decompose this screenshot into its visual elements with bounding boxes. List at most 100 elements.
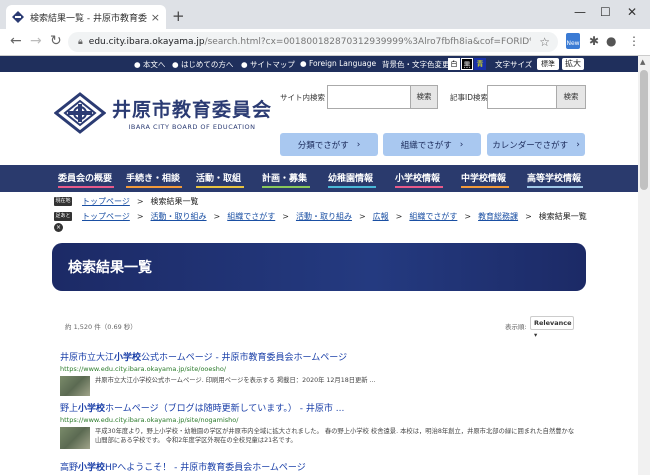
site-header: 井原市教育委員会 IBARA CITY BOARD OF EDUCATION サ… <box>0 72 638 165</box>
search-by-organization-button[interactable]: 組織でさがす › <box>383 133 481 156</box>
result-item: 野上小学校ホームページ（ブログは随時更新しています。） - 井原市 ... ht… <box>60 401 580 449</box>
result-item: 高野小学校HPへようこそ！ - 井原市教育委員会ホームページ <box>60 460 580 473</box>
logo-text: 井原市教育委員会 <box>112 99 273 121</box>
page-scrollbar[interactable]: ▲ <box>638 56 650 475</box>
profile-avatar-icon[interactable]: ● <box>606 34 616 48</box>
history-current: 検索結果一覧 <box>538 212 587 221</box>
nav-item-elementary[interactable]: 小学校情報 <box>395 171 440 185</box>
breadcrumb: 現在地 トップページ > 検索結果一覧 足あと トップページ > 活動・取り組み > 組織で… <box>0 192 638 242</box>
browser-tab-strip: 検索結果一覧 - 井原市教育委員会 × + — ☐ ✕ <box>0 0 650 29</box>
nav-underline <box>262 186 310 188</box>
nav-item-procedures[interactable]: 手続き・相談 <box>126 171 180 185</box>
nav-underline <box>58 186 114 188</box>
url-path: /search.html?cx=001800182870312939999%3A… <box>204 37 532 47</box>
page-title: 検索結果一覧 <box>68 260 152 276</box>
browser-menu-icon[interactable]: ⋮ <box>628 34 640 48</box>
nav-underline <box>461 186 509 188</box>
tab-title: 検索結果一覧 - 井原市教育委員会 <box>30 13 147 24</box>
address-bar-row: ← → ↻ 🔒︎ edu.city.ibara.okayama.jp/searc… <box>0 29 650 56</box>
current-location-label: 現在地 <box>54 197 72 206</box>
site-search-label: サイト内検索 <box>280 93 325 102</box>
sort-select[interactable]: Relevance ▾ <box>530 316 574 339</box>
history-link[interactable]: 活動・取り組み <box>151 212 207 221</box>
sort-label: 表示順: <box>505 323 527 331</box>
result-url: https://www.edu.city.ibara.okayama.jp/si… <box>60 416 239 424</box>
history-breadcrumb: トップページ > 活動・取り組み > 組織でさがす > 活動・取り組み > 広報 > 組織でさがす >… <box>82 212 587 221</box>
result-thumbnail <box>60 427 90 449</box>
article-id-input[interactable] <box>487 85 557 109</box>
window-close-button[interactable]: ✕ <box>627 5 637 19</box>
tab-close-icon[interactable]: × <box>151 11 160 24</box>
utility-link-sitemap[interactable]: ● サイトマップ <box>241 59 295 70</box>
scroll-up-icon[interactable]: ▲ <box>640 58 645 66</box>
history-link[interactable]: 教育総務課 <box>478 212 518 221</box>
nav-underline <box>328 186 376 188</box>
new-badge-icon[interactable]: New <box>566 33 580 49</box>
result-snippet: 平成30年度より，野上小学校・幼稚園の学区が井原市内全域に拡大されました。 春の… <box>95 428 575 444</box>
chevron-right-icon: › <box>576 139 580 150</box>
site-favicon-icon <box>12 11 24 23</box>
history-label: 足あと <box>54 212 72 221</box>
font-enlarge-button[interactable]: 拡大 <box>562 58 584 70</box>
reload-icon[interactable]: ↻ <box>50 33 62 49</box>
result-thumbnail <box>60 376 90 396</box>
result-url: https://www.edu.city.ibara.okayama.jp/si… <box>60 365 227 373</box>
current-breadcrumb: トップページ > 検索結果一覧 <box>82 197 199 206</box>
scrollbar-thumb[interactable] <box>640 70 648 190</box>
global-navigation: 委員会の概要 手続き・相談 活動・取組 計画・募集 幼稚園情報 小学校情報 中学… <box>0 165 638 192</box>
browser-tab[interactable]: 検索結果一覧 - 井原市教育委員会 × <box>6 5 166 29</box>
nav-underline <box>527 186 583 188</box>
history-link[interactable]: 組織でさがす <box>227 212 275 221</box>
site-logo[interactable]: 井原市教育委員会 IBARA CITY BOARD OF EDUCATION <box>54 92 272 134</box>
board-emblem-icon <box>54 92 106 134</box>
utility-link-main[interactable]: ● 本文へ <box>134 59 165 70</box>
maximize-button[interactable]: ☐ <box>600 5 611 19</box>
nav-item-kindergarten[interactable]: 幼稚園情報 <box>328 171 373 185</box>
font-size-label: 文字サイズ <box>495 60 533 69</box>
page-title-banner: 検索結果一覧 <box>52 243 586 291</box>
result-item: 井原市立大江小学校公式ホームページ - 井原市教育委員会ホームページ https… <box>60 350 580 396</box>
font-standard-button[interactable]: 標準 <box>537 58 559 70</box>
color-blue-button[interactable]: 青 <box>474 58 486 70</box>
site-search-input[interactable] <box>327 85 411 109</box>
logo-subtext: IBARA CITY BOARD OF EDUCATION <box>128 123 256 131</box>
article-id-search-button[interactable]: 検索 <box>556 85 586 109</box>
nav-item-plans[interactable]: 計画・募集 <box>262 171 307 185</box>
extensions-puzzle-icon[interactable]: ✱ <box>589 34 599 48</box>
nav-item-high-school[interactable]: 高等学校情報 <box>527 171 581 185</box>
color-change-label: 背景色・文字色変更 <box>382 60 450 69</box>
close-history-icon[interactable]: × <box>54 223 63 232</box>
color-black-button[interactable]: 黒 <box>461 58 473 70</box>
result-title-link[interactable]: 野上小学校ホームページ（ブログは随時更新しています。） - 井原市 ... <box>60 401 580 414</box>
article-id-label: 記事ID検索 <box>450 93 488 102</box>
history-link[interactable]: 活動・取り組み <box>296 212 352 221</box>
history-link[interactable]: 組織でさがす <box>409 212 457 221</box>
result-title-link[interactable]: 高野小学校HPへようこそ！ - 井原市教育委員会ホームページ <box>60 460 580 473</box>
utility-link-first-time[interactable]: ● はじめての方へ <box>172 59 233 70</box>
nav-underline <box>395 186 443 188</box>
nav-item-activities[interactable]: 活動・取組 <box>196 171 241 185</box>
utility-link-foreign-language[interactable]: ● Foreign Language <box>300 59 376 68</box>
breadcrumb-link[interactable]: トップページ <box>82 197 130 206</box>
url-host: edu.city.ibara.okayama.jp <box>88 37 205 47</box>
nav-item-junior-high[interactable]: 中学校情報 <box>461 171 506 185</box>
color-white-button[interactable]: 白 <box>448 58 460 70</box>
chevron-right-icon: › <box>356 139 361 150</box>
back-arrow-icon[interactable]: ← <box>10 33 22 49</box>
bookmark-star-icon[interactable]: ☆ <box>539 35 550 49</box>
result-count: 約 1,520 件（0.69 秒） <box>65 323 137 331</box>
forward-arrow-icon[interactable]: → <box>30 33 42 49</box>
search-by-calendar-button[interactable]: カレンダーでさがす › <box>487 133 585 156</box>
nav-item-overview[interactable]: 委員会の概要 <box>58 171 112 185</box>
site-search-button[interactable]: 検索 <box>410 85 438 109</box>
search-by-category-button[interactable]: 分類でさがす › <box>280 133 378 156</box>
history-link[interactable]: トップページ <box>82 212 130 221</box>
url-field[interactable]: 🔒︎ edu.city.ibara.okayama.jp/search.html… <box>68 32 558 52</box>
new-tab-button[interactable]: + <box>172 7 185 25</box>
chevron-down-icon: ▾ <box>534 331 538 339</box>
minimize-button[interactable]: — <box>574 5 586 19</box>
history-link[interactable]: 広報 <box>373 212 389 221</box>
nav-underline <box>126 186 182 188</box>
result-title-link[interactable]: 井原市立大江小学校公式ホームページ - 井原市教育委員会ホームページ <box>60 350 580 363</box>
nav-underline <box>196 186 244 188</box>
